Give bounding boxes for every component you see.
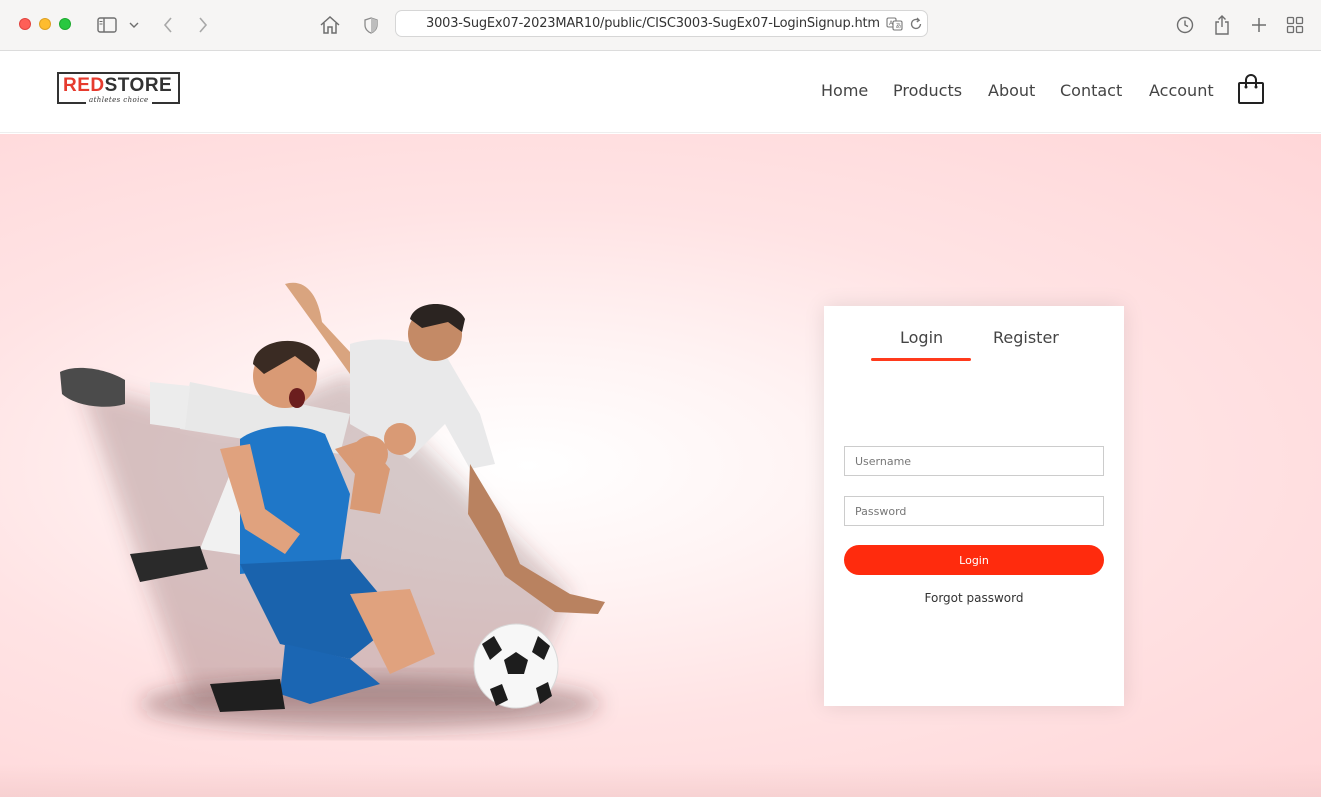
username-input[interactable]: [844, 446, 1104, 476]
shopping-bag-icon[interactable]: [1237, 73, 1265, 105]
password-input[interactable]: [844, 496, 1104, 526]
shield-icon[interactable]: [359, 13, 383, 37]
svg-text:あ: あ: [896, 23, 902, 30]
redstore-logo[interactable]: REDSTORE athletes choice: [57, 72, 180, 104]
logo-tagline: athletes choice: [86, 96, 152, 104]
forgot-password-link[interactable]: Forgot password: [844, 591, 1104, 605]
home-icon[interactable]: [318, 13, 342, 37]
url-text: 3003-SugEx07-2023MAR10/public/CISC3003-S…: [426, 16, 881, 31]
minimize-window-button[interactable]: [39, 18, 51, 30]
site-header: REDSTORE athletes choice Home Products A…: [0, 51, 1321, 133]
zoom-window-button[interactable]: [59, 18, 71, 30]
sidebar-icon[interactable]: [95, 13, 119, 37]
nav-home[interactable]: Home: [821, 81, 868, 100]
tab-overview-icon[interactable]: [1283, 13, 1307, 37]
history-icon[interactable]: [1173, 13, 1197, 37]
browser-toolbar: 3003-SugEx07-2023MAR10/public/CISC3003-S…: [0, 0, 1321, 51]
nav-about[interactable]: About: [988, 81, 1035, 100]
logo-red-text: RED: [63, 75, 105, 96]
nav-account[interactable]: Account: [1149, 81, 1214, 100]
nav-products[interactable]: Products: [893, 81, 962, 100]
hero-section: Login Register Login Forgot password: [0, 134, 1321, 797]
football-players-image: [60, 282, 605, 730]
tab-login[interactable]: Login: [900, 328, 943, 347]
login-submit-button[interactable]: Login: [844, 545, 1104, 575]
translate-icon[interactable]: Aあ: [884, 12, 906, 36]
forward-icon[interactable]: [191, 13, 215, 37]
logo-dark-text: STORE: [104, 75, 173, 96]
address-bar[interactable]: 3003-SugEx07-2023MAR10/public/CISC3003-S…: [395, 10, 928, 37]
close-window-button[interactable]: [19, 18, 31, 30]
hero-bottom-shade: [0, 764, 1321, 797]
nav-contact[interactable]: Contact: [1060, 81, 1122, 100]
logo-wordmark: REDSTORE: [63, 76, 172, 96]
back-icon[interactable]: [156, 13, 180, 37]
chevron-down-icon[interactable]: [123, 13, 145, 37]
reload-icon[interactable]: [905, 12, 927, 36]
active-tab-indicator: [871, 358, 971, 361]
tab-register[interactable]: Register: [993, 328, 1059, 347]
login-form-card: Login Register Login Forgot password: [824, 306, 1124, 706]
new-tab-icon[interactable]: [1247, 13, 1271, 37]
share-icon[interactable]: [1210, 13, 1234, 37]
